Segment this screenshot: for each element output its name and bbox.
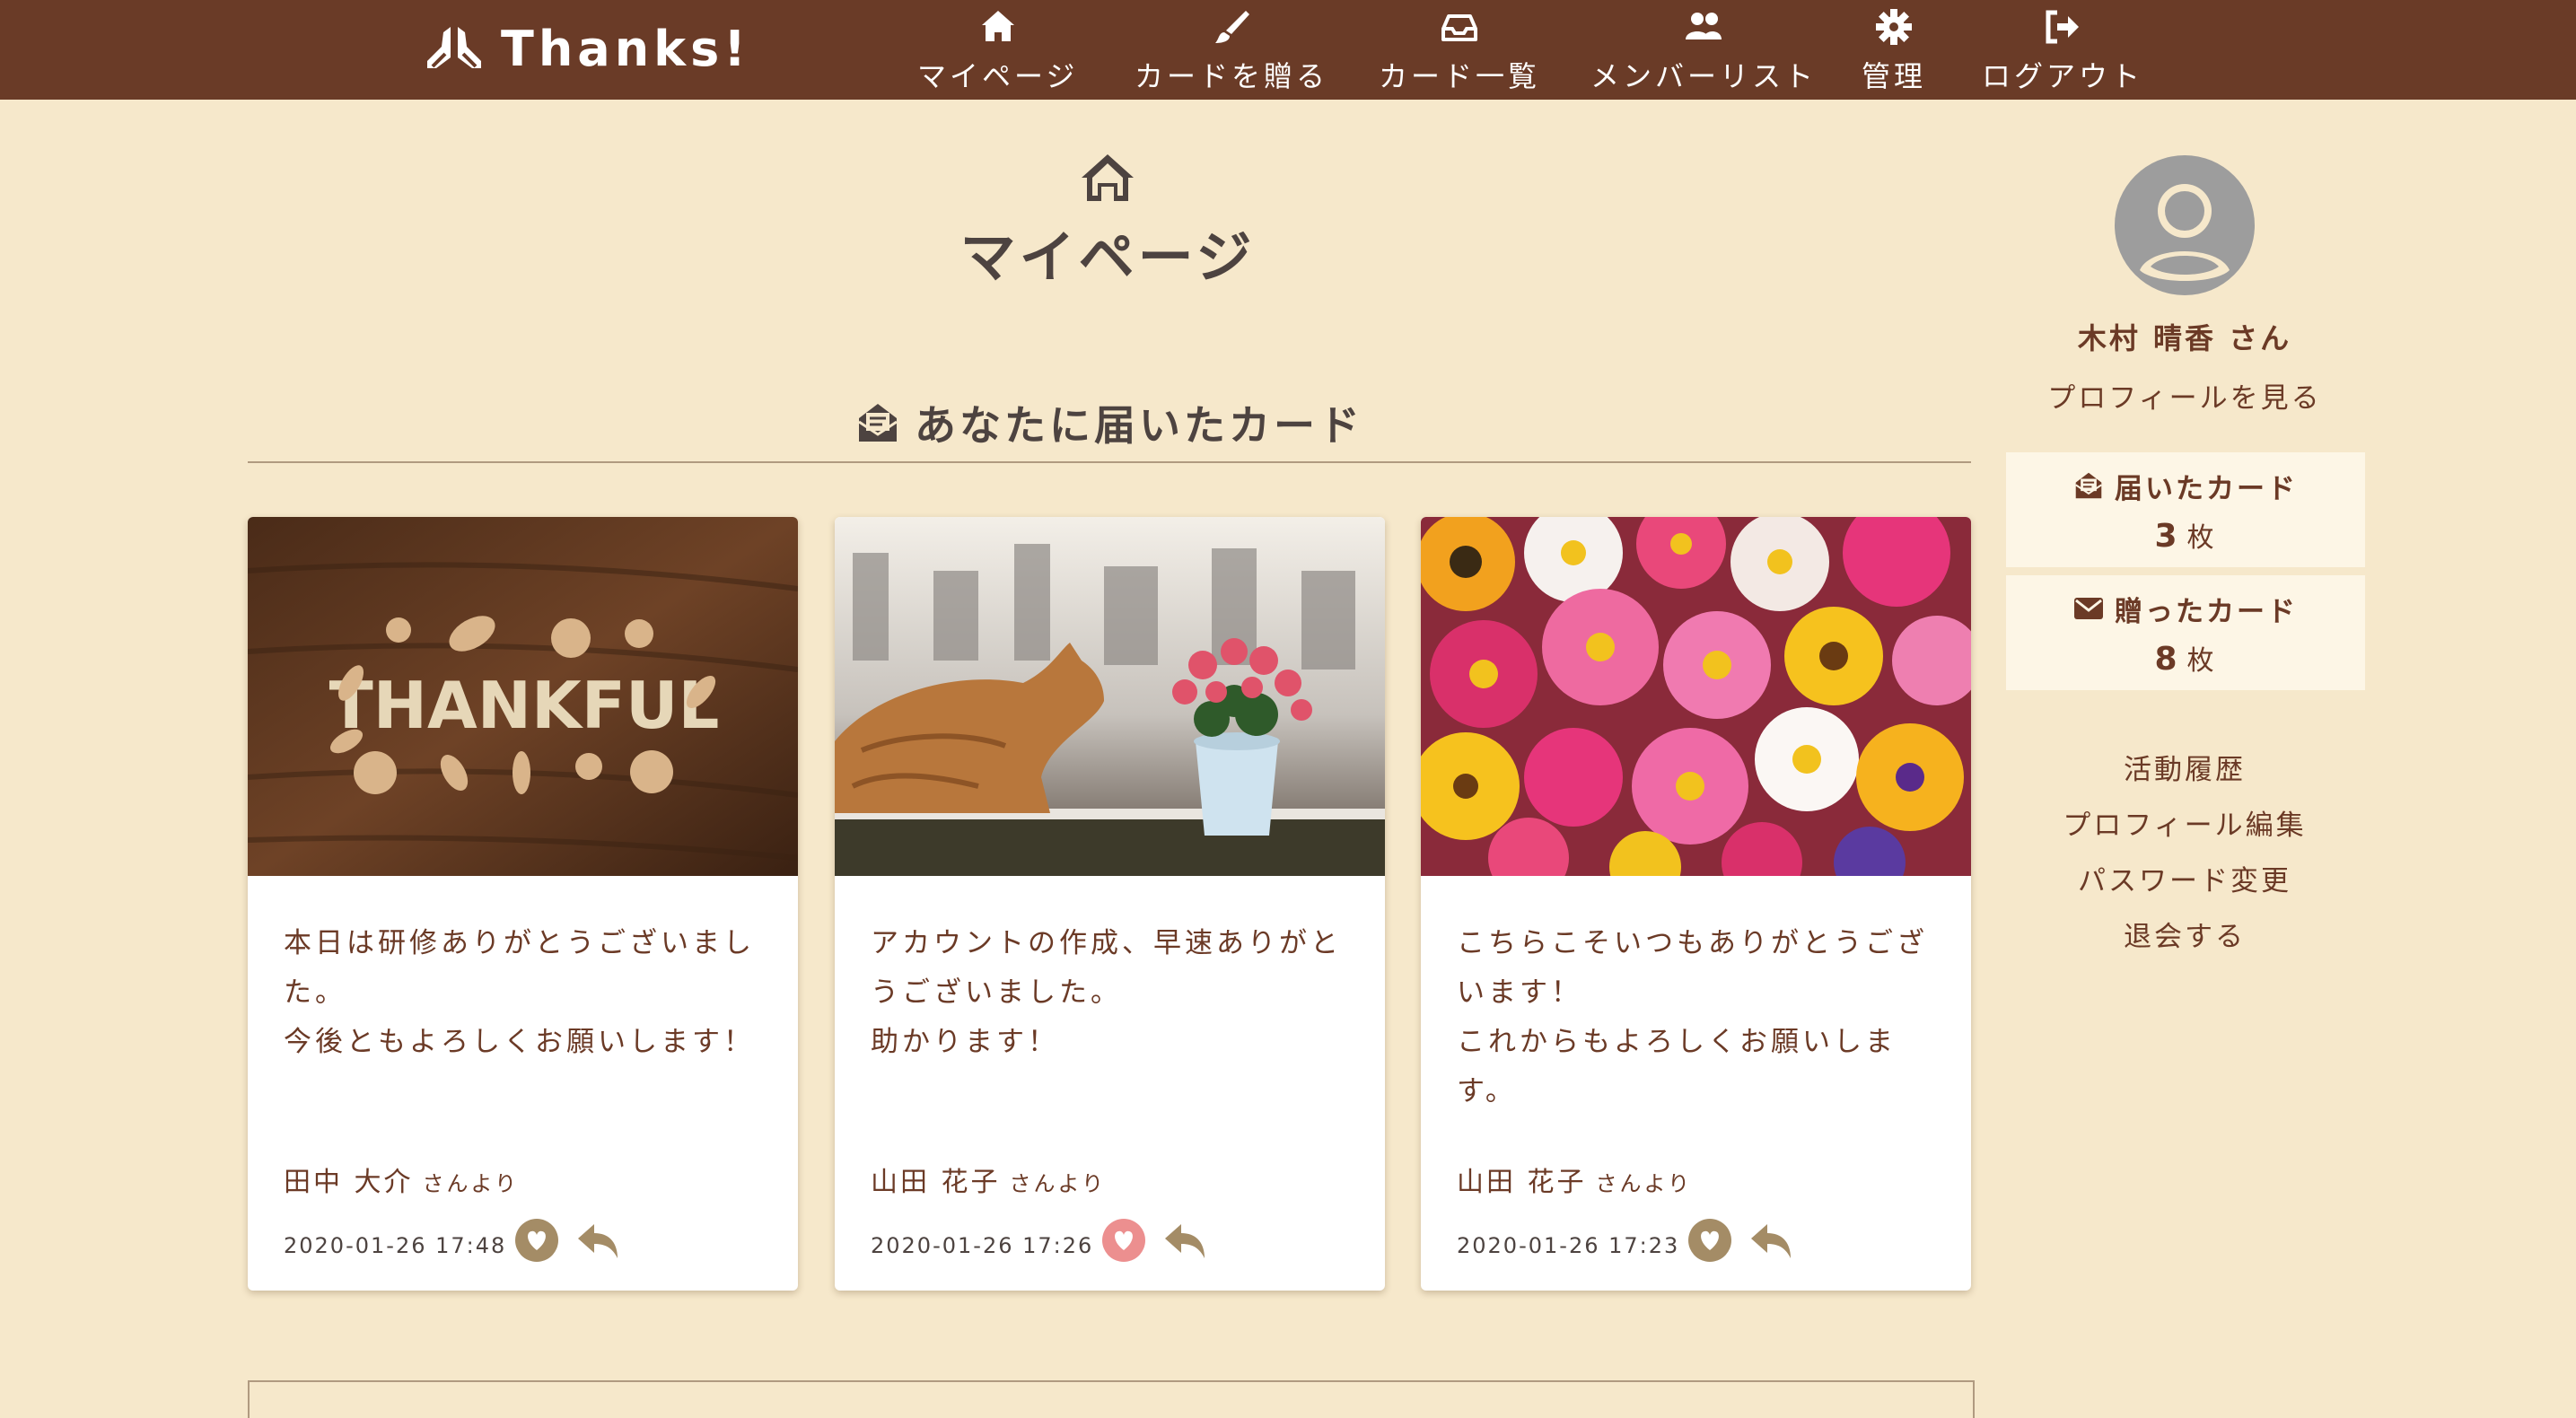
envelope-open-icon <box>858 404 898 442</box>
card-sender: 山田 花子 さんより <box>871 1160 1106 1199</box>
nav-logout-label: ログアウト <box>1982 59 2144 93</box>
thanks-card[interactable]: こちらこそいつもありがとうございます！ これからもよろしくお願いします。 山田 … <box>1421 517 1971 1291</box>
like-button[interactable] <box>1102 1219 1145 1262</box>
sender-suffix: さんより <box>1009 1171 1107 1196</box>
sent-unit: 枚 <box>2186 644 2217 677</box>
nav-logout[interactable]: ログアウト <box>1982 5 2143 95</box>
card-message: こちらこそいつもありがとうございます！ これからもよろしくお願いします。 <box>1457 927 1928 1107</box>
sender-name: 山田 花子 <box>871 1167 1001 1198</box>
sender-suffix: さんより <box>1595 1171 1693 1196</box>
received-unit: 枚 <box>2186 521 2217 554</box>
thanks-card[interactable]: アカウントの作成、早速ありがとうございました。 助かります！ 山田 花子 さんより… <box>835 517 1385 1291</box>
brand-logo[interactable]: Thanks! <box>424 16 750 81</box>
brush-icon <box>1215 11 1249 43</box>
reply-icon[interactable] <box>1163 1221 1208 1262</box>
sent-cards-label-row: 贈ったカード <box>2073 589 2298 629</box>
cat-and-flower-photo <box>835 517 1385 876</box>
activity-history-link[interactable]: 活動履歴 <box>2005 747 2364 787</box>
inbox-icon <box>1441 14 1477 41</box>
card-date: 2020-01-26 17:26 <box>871 1233 1094 1258</box>
nav-mypage-label: マイページ <box>917 59 1079 93</box>
home-icon <box>981 11 1014 41</box>
view-profile-link[interactable]: プロフィールを見る <box>2005 375 2364 416</box>
received-cards-count: 3枚 <box>2154 515 2216 555</box>
nav-admin-label: 管理 <box>1862 59 1927 93</box>
card-sender: 田中 大介 さんより <box>284 1160 519 1199</box>
colorful-flowers-photo <box>1421 517 1971 876</box>
nav-card-list-label: カード一覧 <box>1379 59 1541 93</box>
card-date: 2020-01-26 17:48 <box>284 1233 507 1258</box>
heart-icon <box>1701 1230 1719 1250</box>
received-cards-label: 届いたカード <box>2115 472 2298 505</box>
received-count: 3 <box>2154 517 2180 555</box>
nav-mypage[interactable]: マイページ <box>917 5 1078 95</box>
reply-icon[interactable] <box>576 1221 621 1262</box>
sender-suffix: さんより <box>422 1171 520 1196</box>
users-icon <box>1686 13 1722 39</box>
thanks-card[interactable]: THANKFUL 本日は研修ありがとうございました。 今後ともよろしくお願いしま… <box>248 517 798 1291</box>
next-section-box <box>248 1380 1975 1418</box>
sent-cards-label: 贈ったカード <box>2115 595 2298 628</box>
card-message: 本日は研修ありがとうございました。 今後ともよろしくお願いします！ <box>284 927 755 1058</box>
top-navbar: Thanks! マイページ カードを贈る カード一覧 メンバーリスト 管理 ログ… <box>0 0 2576 100</box>
card-date: 2020-01-26 17:23 <box>1457 1233 1680 1258</box>
envelope-open-icon <box>2075 472 2102 499</box>
heart-icon <box>1115 1230 1133 1250</box>
like-button[interactable] <box>515 1219 558 1262</box>
praying-hands-icon <box>427 27 481 68</box>
sender-name: 田中 大介 <box>284 1167 414 1198</box>
sent-cards-count: 8枚 <box>2154 638 2216 678</box>
received-cards-header: あなたに届いたカード <box>248 384 1971 463</box>
edit-profile-link[interactable]: プロフィール編集 <box>2005 802 2364 843</box>
nav-card-list[interactable]: カード一覧 <box>1379 5 1540 95</box>
card-sender: 山田 花子 さんより <box>1457 1160 1692 1199</box>
card-image-text: THANKFUL <box>329 668 720 743</box>
avatar <box>2115 155 2255 295</box>
reply-icon[interactable] <box>1749 1221 1794 1262</box>
received-cards-stat[interactable]: 届いたカード 3枚 <box>2006 452 2365 567</box>
autumn-thankful-photo: THANKFUL <box>248 517 798 876</box>
nav-send-card-label: カードを贈る <box>1135 59 1329 93</box>
section-title: あなたに届いたカード <box>915 401 1363 450</box>
received-cards-label-row: 届いたカード <box>2073 466 2298 506</box>
envelope-icon <box>2074 598 2103 619</box>
sign-out-icon <box>2046 10 2079 44</box>
home-icon <box>1082 154 1134 201</box>
nav-member-list[interactable]: メンバーリスト <box>1590 5 1817 95</box>
page-header: マイページ <box>928 151 1287 293</box>
like-button[interactable] <box>1688 1219 1731 1262</box>
brand-name: Thanks! <box>501 20 750 77</box>
gear-icon <box>1876 9 1912 45</box>
sent-cards-stat[interactable]: 贈ったカード 8枚 <box>2006 575 2365 690</box>
nav-member-list-label: メンバーリスト <box>1590 59 1818 93</box>
withdraw-link[interactable]: 退会する <box>2005 914 2364 954</box>
sender-name: 山田 花子 <box>1457 1167 1587 1198</box>
change-password-link[interactable]: パスワード変更 <box>2005 858 2364 898</box>
card-message: アカウントの作成、早速ありがとうございました。 助かります！ <box>871 927 1342 1058</box>
nav-send-card[interactable]: カードを贈る <box>1135 5 1328 95</box>
nav-admin[interactable]: 管理 <box>1862 5 1926 95</box>
user-name: 木村 晴香 さん <box>2077 321 2292 355</box>
heart-icon <box>528 1230 546 1250</box>
sent-count: 8 <box>2154 640 2180 678</box>
page-title: マイページ <box>959 224 1256 290</box>
